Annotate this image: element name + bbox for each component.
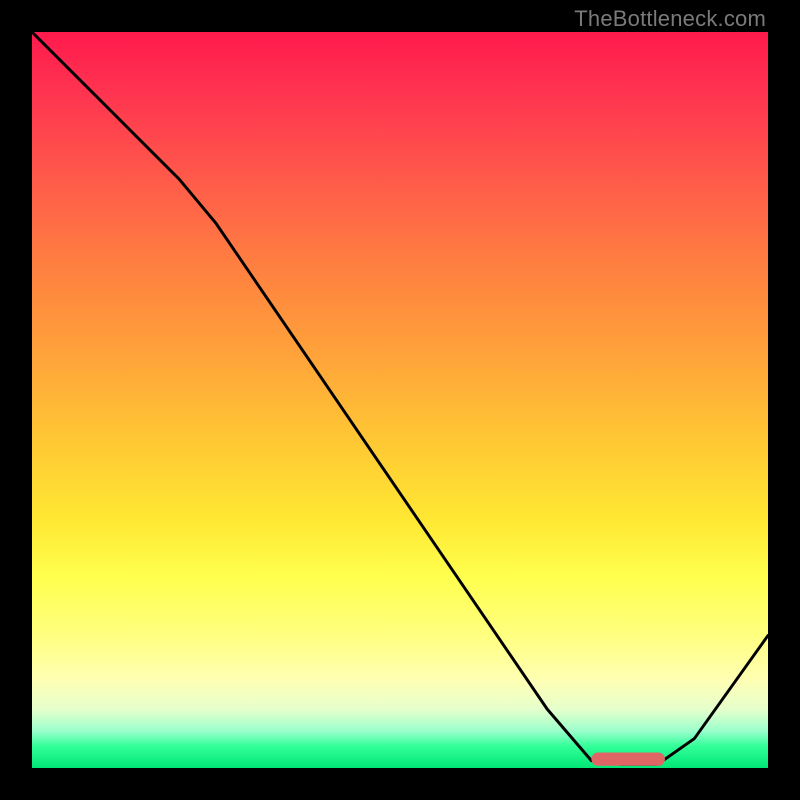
watermark-text: TheBottleneck.com xyxy=(574,6,766,32)
chart-svg xyxy=(32,32,768,768)
optimal-zone-marker xyxy=(591,753,665,766)
curve-path xyxy=(32,32,768,764)
chart-area xyxy=(32,32,768,768)
